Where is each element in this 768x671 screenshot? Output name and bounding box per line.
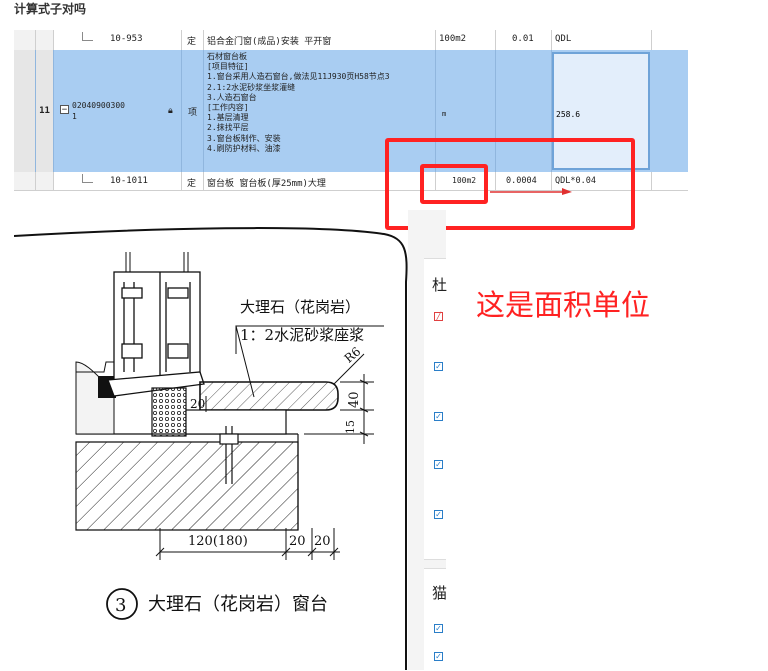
dim-20-left: 20 [190,397,205,411]
type-cell[interactable]: 定 [182,30,204,50]
highlight-box-unit [420,164,488,204]
mortar-bed [185,409,287,435]
code-line: 02040900300 [72,101,125,110]
description-text: 石材窗台板 [项目特征] 1.窗台采用人造石窗台,做法见11J930页H58节点… [207,52,390,153]
dim-40: 40 [347,391,362,408]
detail-number: 3 [115,595,126,616]
extra-cell [652,172,688,190]
dim-120: 120(180) [188,534,248,549]
tree-connector-icon [82,32,93,41]
expression-text: 258.6 [556,110,581,119]
code-text: 10-1011 [110,176,148,186]
type-text: 定 [187,179,197,189]
row-index-text: 11 [39,106,50,116]
checkbox-icon[interactable]: ✓ [434,362,443,371]
quantity-text: 0.01 [512,34,534,44]
row-gutter [14,172,36,190]
extra-cell [652,50,688,172]
arrow-icon [490,188,572,195]
checkbox-icon[interactable]: ✓ [434,412,443,421]
window-frame [113,271,201,383]
unit-text: m [442,110,447,118]
type-cell[interactable]: 项 [182,50,204,172]
table-row[interactable]: 10-953 定 铝合金门窗(成品)安装 平开窗 100m2 0.01 QDL [14,30,688,51]
row-gutter [14,50,36,172]
name-cell[interactable]: 铝合金门窗(成品)安装 平开窗 [204,30,436,50]
side-panel-char: 杜 [432,276,448,294]
collapse-icon[interactable]: − [60,105,69,115]
detail-drawing: 40 15 R6 大理石（花岗岩） 1：2水泥砂浆座浆 20 120(180) … [14,227,408,670]
marble-sill [199,381,339,411]
expression-text: QDL [555,34,572,44]
side-panel-char: 猫 [432,584,448,602]
checkbox-icon[interactable]: ✓ [434,460,443,469]
lock-icon[interactable]: 🔒︎ [168,106,173,116]
dim-radius: R6 [342,344,364,365]
code-cell[interactable]: 10-953 [54,30,182,50]
row-index [36,30,54,50]
wall-base [75,441,299,531]
checkbox-icon[interactable]: ✓ [434,652,443,661]
row-index [36,172,54,190]
name-text: 窗台板 窗台板(厚25mm)大理 [207,179,326,189]
name-text: 铝合金门窗(成品)安装 平开窗 [207,37,332,47]
unit-text: 100m2 [439,34,467,44]
code-cell[interactable]: 10-1011 [54,172,182,190]
expression-cell[interactable]: QDL [552,30,652,50]
code-cell[interactable]: − 02040900300 1 🔒︎ [54,50,182,172]
type-cell[interactable]: 定 [182,172,204,190]
label-material: 大理石（花岗岩） [240,298,360,316]
tree-connector-icon [82,174,93,183]
dim-15: 15 [344,420,357,434]
code-line: 1 [72,112,77,121]
dim-20-b: 20 [314,534,331,549]
code-text: 02040900300 1 [72,100,125,122]
quantity-cell[interactable]: 0.01 [496,30,552,50]
caption: 大理石（花岗岩）窗台 [148,594,328,615]
type-text: 项 [187,108,197,118]
checkbox-icon[interactable]: ✓ [434,624,443,633]
dim-20-a: 20 [289,534,306,549]
type-text: 定 [187,37,197,47]
unit-cell[interactable]: 100m2 [436,30,496,50]
code-text: 10-953 [110,34,143,44]
extra-cell [652,30,688,50]
row-gutter [14,30,36,50]
page-title: 计算式子对吗 [14,2,87,16]
checkbox-icon[interactable]: ╱ [434,312,443,321]
annotation-text: 这是面积单位 [476,288,651,322]
row-index: 11 [36,50,54,172]
label-mortar: 1：2水泥砂浆座浆 [240,326,364,344]
checkbox-icon[interactable]: ✓ [434,510,443,519]
insulation [151,387,187,437]
